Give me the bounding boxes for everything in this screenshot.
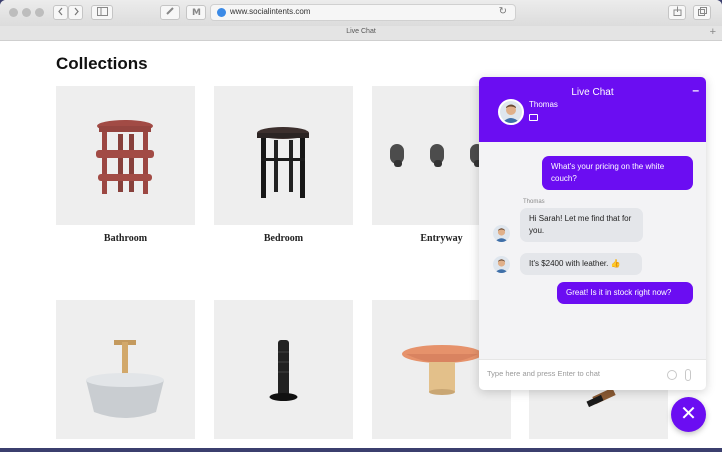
sidebar-icon — [96, 7, 108, 16]
person-icon — [494, 259, 509, 273]
agent-message: It's $2400 with leather. 👍 — [520, 253, 642, 275]
browser-window: M www.socialintents.com ↻ Live Chat + Co… — [0, 0, 722, 448]
url-text: www.socialintents.com — [230, 7, 311, 16]
attachment-icon[interactable] — [685, 369, 691, 381]
tabs-overview-button[interactable] — [693, 5, 711, 20]
globe-icon — [217, 8, 226, 17]
agent-avatar — [498, 99, 524, 125]
collection-bathroom-image[interactable] — [56, 86, 195, 225]
share-button[interactable] — [668, 5, 686, 20]
bowl-stand-image — [86, 340, 164, 418]
collection-item-image[interactable] — [214, 300, 353, 439]
minimize-window-button[interactable] — [22, 8, 31, 17]
red-stool-image — [96, 120, 154, 194]
zoom-window-button[interactable] — [35, 8, 44, 17]
chat-input-bar — [479, 359, 706, 390]
chevron-right-icon — [74, 7, 79, 16]
share-icon — [673, 6, 681, 16]
chevron-left-icon — [57, 7, 62, 16]
reader-button[interactable]: M — [186, 5, 206, 20]
tab-live-chat[interactable]: Live Chat — [0, 28, 722, 35]
forward-button[interactable] — [68, 5, 83, 20]
back-button[interactable] — [53, 5, 68, 20]
reader-icon: M — [192, 8, 201, 18]
close-window-button[interactable] — [9, 8, 18, 17]
visitor-message: What's your pricing on the white couch? — [542, 156, 693, 190]
black-holder-image — [269, 340, 298, 401]
black-stool-image — [257, 127, 309, 198]
agent-message-avatar — [493, 225, 510, 242]
reload-icon[interactable]: ↻ — [499, 6, 507, 17]
agent-message-avatar — [493, 256, 510, 273]
close-chat-button[interactable]: ✕ — [671, 397, 706, 432]
new-tab-button[interactable]: + — [710, 26, 716, 38]
extension-button[interactable] — [160, 5, 180, 20]
chat-message-input[interactable] — [485, 368, 659, 379]
address-bar[interactable]: www.socialintents.com ↻ — [210, 4, 516, 21]
emoji-icon[interactable] — [667, 370, 677, 380]
agent-message: Hi Sarah! Let me find that for you. — [520, 208, 643, 242]
page-title: Collections — [56, 54, 148, 73]
minimize-chat-button[interactable]: – — [692, 83, 699, 97]
sender-label: Thomas — [523, 199, 545, 205]
browser-toolbar: M www.socialintents.com ↻ — [0, 0, 722, 27]
chat-title: Live Chat — [571, 87, 614, 98]
tabs-icon — [697, 7, 707, 16]
collection-item-image[interactable] — [56, 300, 195, 439]
wrench-icon — [166, 7, 174, 15]
chat-header: Live Chat – Thomas — [479, 77, 706, 142]
person-icon — [502, 104, 520, 123]
person-icon — [494, 228, 509, 242]
collection-bedroom-image[interactable] — [214, 86, 353, 225]
live-chat-widget: Live Chat – Thomas What's your pricing o… — [479, 77, 706, 390]
agent-name: Thomas — [529, 100, 558, 109]
tab-bar: Live Chat + — [0, 26, 722, 41]
svg-text:M: M — [192, 8, 201, 16]
sidebar-toggle-button[interactable] — [91, 5, 113, 20]
collection-label[interactable]: Bedroom — [214, 233, 353, 244]
collection-label[interactable]: Bathroom — [56, 233, 195, 244]
visitor-message: Great! Is it in stock right now? — [557, 282, 693, 304]
mail-icon[interactable] — [529, 114, 538, 121]
